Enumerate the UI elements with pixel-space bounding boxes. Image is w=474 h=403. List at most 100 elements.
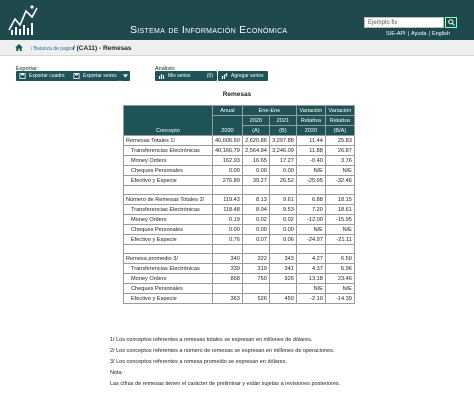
link-sie-api[interactable]: SIE-API [386,31,406,37]
row-value: 0.07 [241,234,270,245]
row-value: N/E [324,165,355,176]
row-value: 526 [241,293,270,304]
row-value: 4.27 [295,253,326,264]
row-value: 18.61 [324,204,355,215]
row-value: 363 [212,293,243,304]
row-value: 276.89 [212,175,243,186]
header-year-2021: 2021 [268,115,297,126]
table-spacer-row [123,244,355,254]
row-concept[interactable]: Cheques Personales [123,224,213,235]
table-title: Remesas [222,91,252,98]
table-row: Número de Remesas Totales 2/119.43 8.13 9.… [123,194,355,205]
row-concept[interactable]: Money Orders [123,214,213,225]
export-table-button[interactable]: Exportar cuadro [16,71,73,81]
my-series-button[interactable]: Mis series (0) [155,71,217,81]
export-series-label: Exportar series [83,73,117,79]
home-icon[interactable] [15,44,23,51]
row-value: 25.83 [324,135,355,146]
row-value: 0.00 [241,165,270,176]
row-value: 8.13 [241,194,270,205]
link-english[interactable]: English [432,31,450,37]
table-row: Efectivo y Especie 363 526 450 -2.10 -14.39 [123,293,355,304]
row-value: 119.43 [212,194,243,205]
header-year-2020: 2020 [241,115,270,126]
top-links: SIE-API | Ayuda | English [386,31,450,37]
add-series-button[interactable]: Agregar series [218,71,268,81]
export-series-button[interactable]: Exportar series [70,71,120,81]
row-value: 6.88 [295,194,326,205]
breadcrumb-parent-label[interactable]: Balanza de pagos [34,46,74,52]
row-concept[interactable]: Money Orders [123,273,213,284]
row-concept[interactable]: Efectivo y Especie [123,234,213,245]
row-value [212,283,243,294]
table-row: Transferencias Electrónicas 40,166.79 2,56… [123,145,355,156]
breadcrumb-current: / (CA11) - Remesas [73,45,132,52]
row-value: 0.00 [268,224,297,235]
row-value: 39.27 [241,175,270,186]
row-value: -15.95 [324,214,355,225]
my-series-label: Mis series [168,73,191,79]
table-row: Transferencias Electrónicas 339 319 341 4.37… [123,263,355,274]
header-b: (B) [268,125,297,136]
footnote-1: 1/ Los conceptos referentes a remesas to… [110,337,313,343]
row-value: 750 [241,273,270,284]
header-anual-year: 2020 [212,115,243,136]
row-value: 9.53 [268,204,297,215]
row-concept[interactable]: Remesas Totales 1/ [123,135,213,146]
row-value: -12.00 [295,214,326,225]
table-cell-empty [268,185,297,195]
row-concept[interactable]: Efectivo y Especie [123,175,213,186]
row-value: 2,564.94 [241,145,270,156]
save-icon [73,73,80,79]
row-value: N/E [295,224,326,235]
table-cell-empty [212,244,243,254]
link-ayuda[interactable]: Ayuda [411,31,427,37]
table-cell-empty [123,244,213,254]
table-row: Money Orders 162.93 16.65 17.27 -0.40 3.76 [123,155,355,166]
row-value: 162.93 [212,155,243,166]
row-value: 0.19 [212,214,243,225]
row-value: 9.61 [268,194,297,205]
table-body: Remesas Totales 1/40,606.60 2,620.86 3,297… [123,135,355,304]
row-concept[interactable]: Transferencias Electrónicas [123,204,213,215]
row-concept[interactable]: Transferencias Electrónicas [123,263,213,274]
row-value: 0.00 [212,165,243,176]
row-concept[interactable]: Efectivo y Especie [123,293,213,304]
search-input[interactable]: Ejemplo fix [364,17,444,28]
row-value: 926 [268,273,297,284]
row-value: 40,166.79 [212,145,243,156]
row-value: 4.37 [295,263,326,274]
add-chart-icon [221,73,228,79]
row-concept[interactable]: Money Orders [123,155,213,166]
row-concept[interactable]: Número de Remesas Totales 2/ [123,194,213,205]
row-concept[interactable]: Transferencias Electrónicas [123,145,213,156]
search-button[interactable] [445,17,457,28]
row-value: 0.06 [268,234,297,245]
breadcrumb-parent-link[interactable]: / Balanza de pagos [31,46,74,52]
header-relativa-2: Relativa [324,115,355,126]
row-value: 0.02 [241,214,270,225]
table-cell-empty [212,185,243,195]
table-cell-empty [241,244,270,254]
export-table-label: Exportar cuadro [29,73,65,79]
row-value: 11.88 [295,145,326,156]
search-icon [447,19,455,26]
row-concept[interactable]: Remesa promedio 3/ [123,253,213,264]
header-relativa-1: Relativa [295,115,326,126]
header-a: (A) [241,125,270,136]
table-cell-empty [324,185,355,195]
export-dropdown-toggle[interactable] [120,71,130,81]
row-value: 2,620.86 [241,135,270,146]
row-value: 23.46 [324,273,355,284]
table-cell-empty [268,244,297,254]
table-row: Cheques Personales N/E N/E [123,283,355,294]
row-concept[interactable]: Cheques Personales [123,165,213,176]
row-value: 18.15 [324,194,355,205]
row-value: 0.00 [268,165,297,176]
row-value: 16.65 [241,155,270,166]
table-row: Remesas Totales 1/40,606.60 2,620.86 3,297… [123,135,355,146]
caret-down-icon [122,74,128,78]
banxico-logo[interactable] [6,3,40,37]
row-value: N/E [324,283,355,294]
row-concept[interactable]: Cheques Personales [123,283,213,294]
